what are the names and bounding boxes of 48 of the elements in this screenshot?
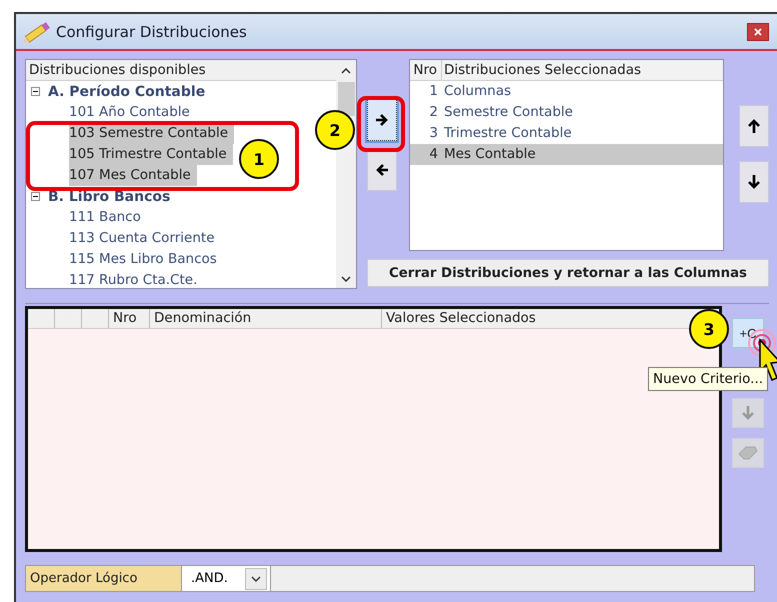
column-header: Distribuciones Seleccionadas [443,61,642,80]
down-arrow-icon [746,174,762,190]
tree-item[interactable]: 101 Año Contable [69,102,196,123]
list-row[interactable]: 2 Semestre Contable [410,102,723,123]
tooltip: Nuevo Criterio... [648,367,768,391]
move-down-button[interactable] [739,161,769,203]
right-arrow-icon [374,112,390,128]
row-label: Columnas [443,82,512,101]
scroll-up-icon [341,68,351,74]
highlight-frame [357,96,405,152]
move-up-button[interactable] [739,105,769,147]
scrollbar-thumb[interactable] [338,82,354,116]
left-arrow-icon [374,162,390,178]
tree-item[interactable]: 105 Trimestre Contable [69,144,233,165]
column-header: Nro [109,309,150,328]
pencil-icon [22,20,52,44]
tree-group-label[interactable]: B. Libro Bancos [48,188,170,204]
column-header: Denominación [150,309,382,328]
tree-item[interactable]: 113 Cuenta Corriente [69,228,221,249]
tree-item[interactable]: 115 Mes Libro Bancos [69,249,223,270]
row-label: Semestre Contable [443,103,573,122]
row-number: 4 [428,145,439,164]
eraser-icon [738,446,758,460]
add-button[interactable] [367,99,397,141]
close-icon [754,28,762,36]
down-arrow-icon [740,405,756,421]
row-number: 3 [428,124,439,143]
row-number: 1 [428,82,439,101]
tree-item[interactable]: 103 Semestre Contable [69,123,234,144]
remove-button[interactable] [367,149,397,191]
tree-item[interactable]: 117 Rubro Cta.Cte. [69,270,204,288]
row-label: Trimestre Contable [443,124,572,143]
list-row[interactable]: 1 Columnas [410,81,723,102]
tree-item[interactable]: 111 Banco [69,207,147,228]
row-label: Mes Contable [443,145,536,164]
window-title: Configurar Distribuciones [56,22,248,40]
column-header: Distribuciones disponibles [26,60,336,81]
close-button[interactable] [747,22,769,40]
column-header: Valores Seleccionados [385,309,537,328]
column-header: Nro [410,60,442,80]
tree-group-label[interactable]: A. Período Contable [48,84,206,100]
tree-item[interactable]: 107 Mes Contable [69,165,197,186]
list-row[interactable]: 3 Trimestre Contable [410,123,723,144]
close-distributions-button[interactable]: Cerrar Distribuciones y retornar a las Columnas [367,259,769,287]
up-arrow-icon [746,118,762,134]
list-row[interactable]: 4 Mes Contable [410,144,723,165]
row-number: 2 [428,103,439,122]
scroll-down-icon [341,276,351,282]
